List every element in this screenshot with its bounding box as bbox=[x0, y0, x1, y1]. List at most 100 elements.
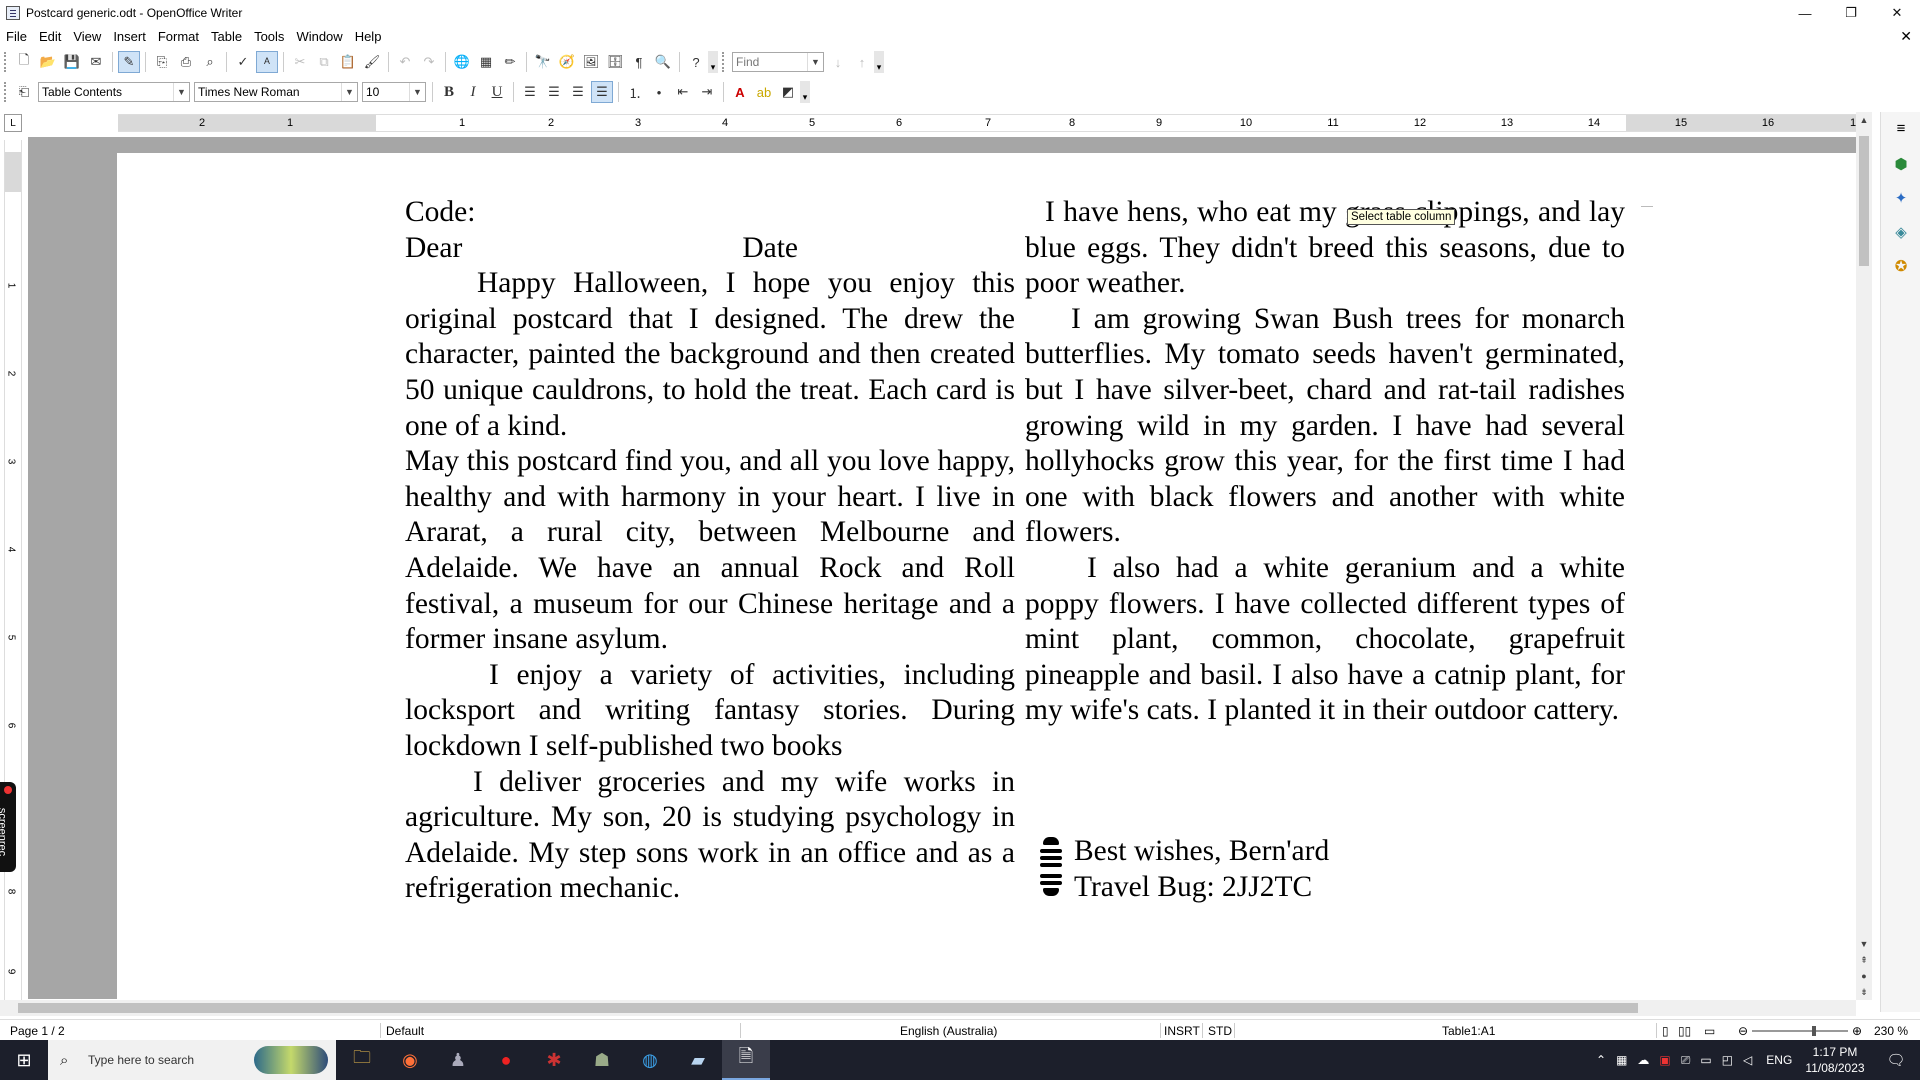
toolbar-grip[interactable] bbox=[4, 52, 8, 72]
italic-button[interactable]: I bbox=[462, 81, 484, 103]
horizontal-scrollbar[interactable] bbox=[0, 1000, 1856, 1016]
page-style[interactable]: Default bbox=[386, 1024, 424, 1038]
selection-mode[interactable]: STD bbox=[1208, 1024, 1232, 1038]
menu-edit[interactable]: Edit bbox=[33, 29, 67, 44]
toolbar-grip[interactable] bbox=[4, 82, 8, 102]
close-button[interactable]: ✕ bbox=[1874, 0, 1920, 26]
table-icon[interactable]: ▦ bbox=[475, 51, 497, 73]
scroll-up-icon[interactable]: ▲ bbox=[1856, 112, 1872, 128]
sidebar-menu-icon[interactable]: ≡ bbox=[1889, 116, 1913, 140]
tab-stop-type-button[interactable]: L bbox=[4, 114, 22, 132]
save-icon[interactable]: 💾 bbox=[61, 51, 83, 73]
highlighting-icon[interactable]: ab bbox=[753, 81, 775, 103]
gallery-icon[interactable]: ◈ bbox=[1889, 220, 1913, 244]
background-color-icon[interactable]: ◩ bbox=[777, 81, 799, 103]
table-cell-right[interactable]: I have hens, who eat my grass clippings,… bbox=[1025, 195, 1625, 729]
file-explorer-icon[interactable]: 🗀 bbox=[338, 1040, 386, 1080]
find-toolbar-overflow-icon[interactable]: ▾ bbox=[874, 51, 884, 73]
menu-format[interactable]: Format bbox=[152, 29, 205, 44]
network-icon[interactable]: ◰ bbox=[1722, 1053, 1733, 1067]
close-document-icon[interactable]: ✕ bbox=[1900, 28, 1912, 45]
redo-icon[interactable]: ↷ bbox=[418, 51, 440, 73]
openoffice-writer-taskbar-icon[interactable]: 🗎 bbox=[722, 1040, 770, 1080]
search-highlight-image[interactable] bbox=[254, 1046, 328, 1074]
app-icon[interactable]: ✱ bbox=[530, 1040, 578, 1080]
data-sources-icon[interactable]: 🗄 bbox=[604, 51, 626, 73]
page-preview-icon[interactable]: ⌕ bbox=[199, 51, 221, 73]
app-icon[interactable]: ♟ bbox=[434, 1040, 482, 1080]
bullets-icon[interactable]: • bbox=[648, 81, 670, 103]
align-left-icon[interactable]: ☰ bbox=[519, 81, 541, 103]
zoom-icon[interactable]: 🔍 bbox=[652, 51, 674, 73]
align-right-icon[interactable]: ☰ bbox=[567, 81, 589, 103]
menu-insert[interactable]: Insert bbox=[107, 29, 152, 44]
autospellcheck-icon[interactable]: ᴬ bbox=[256, 51, 278, 73]
find-next-icon[interactable]: ↓ bbox=[827, 51, 849, 73]
document-page[interactable]: Code: Dear Date Happy Halloween, I hope … bbox=[117, 153, 1856, 999]
gallery-icon[interactable]: 🖼 bbox=[580, 51, 602, 73]
properties-icon[interactable]: ⬢ bbox=[1889, 152, 1913, 176]
language-status[interactable]: English (Australia) bbox=[900, 1024, 997, 1038]
input-language[interactable]: ENG bbox=[1766, 1053, 1792, 1067]
app-icon[interactable]: ▰ bbox=[674, 1040, 722, 1080]
align-center-icon[interactable]: ☰ bbox=[543, 81, 565, 103]
scrollbar-thumb[interactable] bbox=[18, 1003, 1638, 1013]
firefox-icon[interactable]: ◉ bbox=[386, 1040, 434, 1080]
battery-icon[interactable]: ▭ bbox=[1700, 1053, 1711, 1067]
numbering-icon[interactable]: ⒈ bbox=[624, 81, 646, 103]
app-icon[interactable]: ◍ bbox=[626, 1040, 674, 1080]
tray-app-icon[interactable]: ▣ bbox=[1659, 1053, 1670, 1067]
toolbar-overflow-icon[interactable]: ▾ bbox=[708, 51, 718, 73]
spellcheck-icon[interactable]: ✓ bbox=[232, 51, 254, 73]
book-view-icon[interactable]: ▭ bbox=[1704, 1024, 1715, 1038]
record-app-icon[interactable]: ● bbox=[482, 1040, 530, 1080]
justify-icon[interactable]: ☰ bbox=[591, 81, 613, 103]
notifications-icon[interactable]: 🗨 bbox=[1872, 1040, 1920, 1080]
navigator-icon[interactable]: ✪ bbox=[1889, 254, 1913, 278]
navigator-icon[interactable]: 🧭 bbox=[556, 51, 578, 73]
export-pdf-icon[interactable]: ⎘ bbox=[151, 51, 173, 73]
navigation-icon[interactable]: ● bbox=[1856, 968, 1872, 984]
chevron-down-icon[interactable]: ▼ bbox=[409, 83, 425, 101]
previous-page-icon[interactable]: ⇞ bbox=[1856, 952, 1872, 968]
bold-button[interactable]: B bbox=[438, 81, 460, 103]
menu-file[interactable]: File bbox=[0, 29, 33, 44]
app-icon[interactable]: ☗ bbox=[578, 1040, 626, 1080]
taskbar-search[interactable]: ⌕ Type here to search bbox=[48, 1040, 336, 1080]
font-color-icon[interactable]: A bbox=[729, 81, 751, 103]
single-page-view-icon[interactable]: ▯ bbox=[1662, 1024, 1669, 1038]
windows-start-icon[interactable]: ⊞ bbox=[0, 1040, 48, 1080]
font-name-select[interactable]: Times New Roman ▼ bbox=[194, 82, 358, 102]
clone-formatting-icon[interactable]: 🖌 bbox=[361, 51, 383, 73]
undo-icon[interactable]: ↶ bbox=[394, 51, 416, 73]
open-folder-icon[interactable]: 📂 bbox=[37, 51, 59, 73]
paste-icon[interactable]: 📋 bbox=[337, 51, 359, 73]
new-document-icon[interactable]: 🗋 bbox=[13, 51, 35, 73]
chevron-down-icon[interactable]: ▼ bbox=[807, 53, 823, 71]
menu-table[interactable]: Table bbox=[205, 29, 248, 44]
zoom-in-icon[interactable]: ⊕ bbox=[1852, 1024, 1862, 1038]
zoom-slider[interactable] bbox=[1752, 1026, 1848, 1036]
find-previous-icon[interactable]: ↑ bbox=[851, 51, 873, 73]
menu-tools[interactable]: Tools bbox=[248, 29, 290, 44]
insert-mode[interactable]: INSRT bbox=[1164, 1024, 1200, 1038]
vertical-scrollbar[interactable]: ▲ ▼ ⇞ ● ⇟ bbox=[1856, 112, 1872, 1000]
scroll-down-icon[interactable]: ▼ bbox=[1856, 936, 1872, 952]
cut-icon[interactable]: ✂ bbox=[289, 51, 311, 73]
chevron-down-icon[interactable]: ▼ bbox=[341, 83, 357, 101]
email-document-icon[interactable]: ✉ bbox=[85, 51, 107, 73]
find-replace-icon[interactable]: 🔭 bbox=[532, 51, 554, 73]
document-area[interactable]: Code: Dear Date Happy Halloween, I hope … bbox=[28, 137, 1856, 999]
zoom-level[interactable]: 230 % bbox=[1874, 1024, 1908, 1038]
format-toolbar-overflow-icon[interactable]: ▾ bbox=[800, 81, 810, 103]
find-input[interactable]: Find ▼ bbox=[732, 52, 824, 72]
maximize-button[interactable]: ❐ bbox=[1828, 0, 1874, 26]
tray-app-icon[interactable]: ⎚ bbox=[1681, 1053, 1691, 1068]
page-number[interactable]: Page 1 / 2 bbox=[10, 1024, 65, 1038]
print-icon[interactable]: ⎙ bbox=[175, 51, 197, 73]
table-cell-left[interactable]: Code: Dear Date Happy Halloween, I hope … bbox=[405, 195, 1015, 907]
hyperlink-icon[interactable]: 🌐 bbox=[451, 51, 473, 73]
multi-page-view-icon[interactable]: ▯▯ bbox=[1678, 1024, 1691, 1038]
screenrec-widget[interactable]: screenrec bbox=[0, 782, 16, 872]
chevron-up-icon[interactable]: ⌃ bbox=[1596, 1053, 1606, 1067]
